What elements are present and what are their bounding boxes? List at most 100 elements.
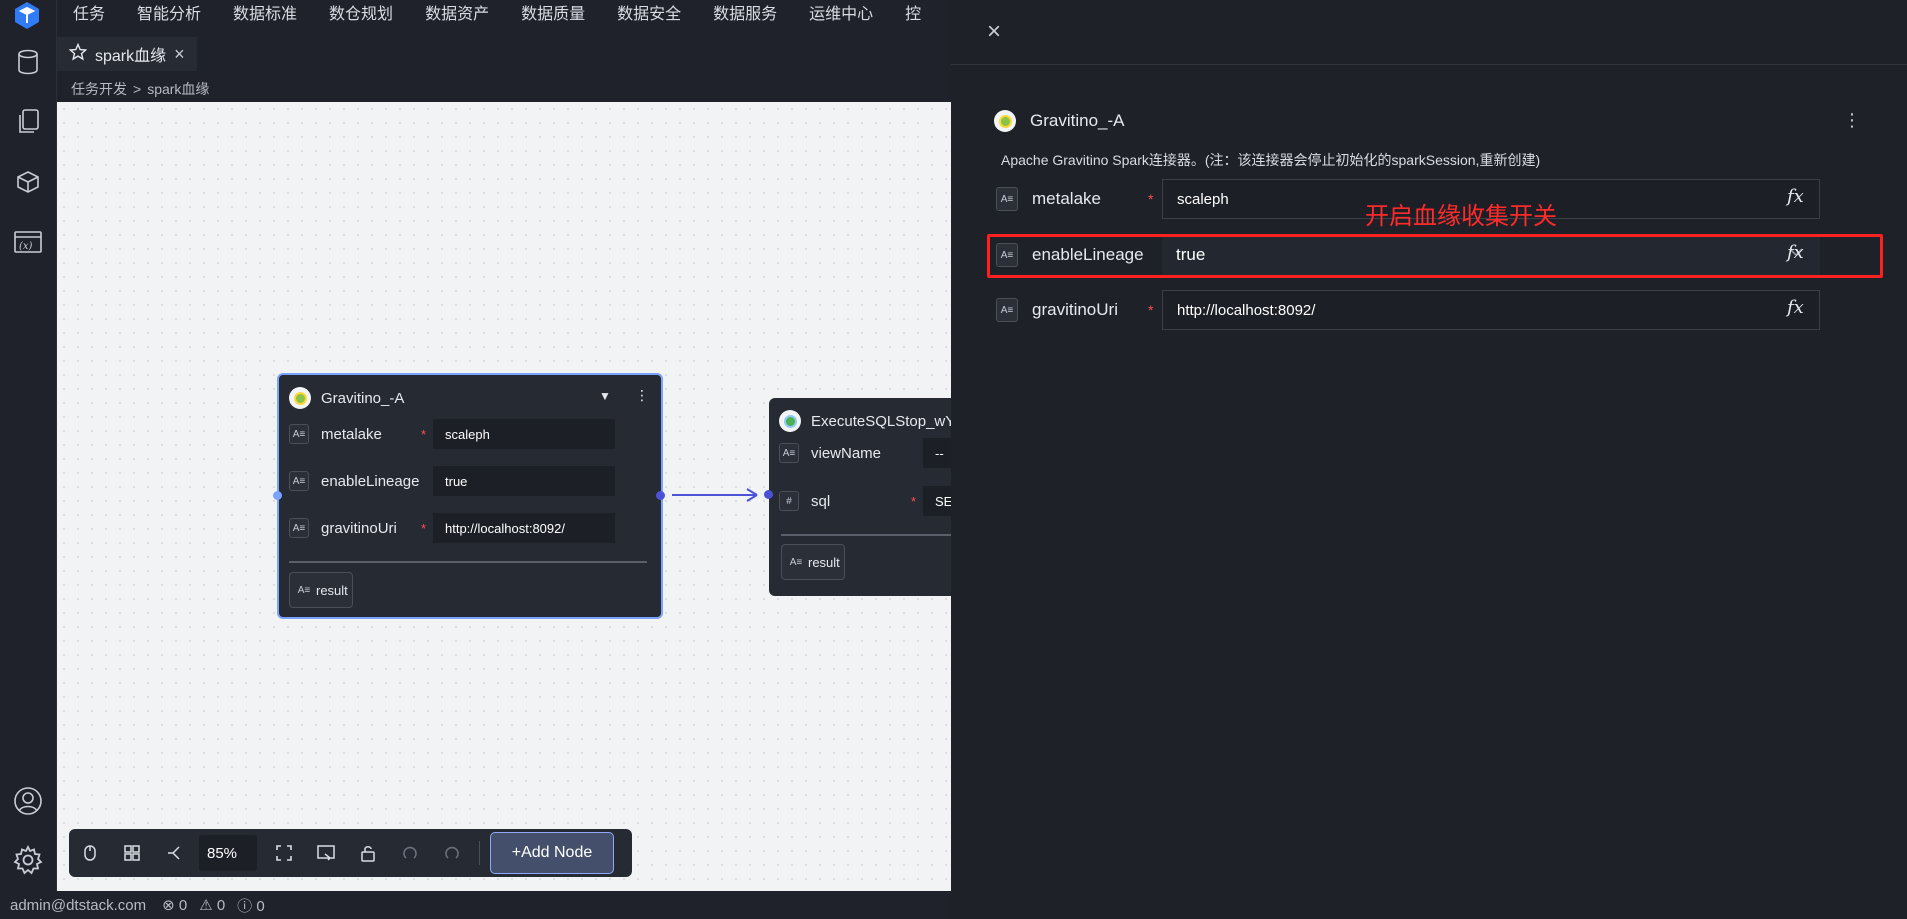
input-port[interactable]: [764, 490, 773, 499]
text-type-icon: A≡: [779, 443, 799, 463]
zoom-level-input[interactable]: 85%: [199, 835, 257, 871]
flow-canvas[interactable]: Gravitino_-A ▼ ⋮ A≡ metalake * scaleph A…: [57, 102, 951, 891]
menu-item-smart-analysis[interactable]: 智能分析: [121, 0, 217, 30]
text-type-icon: A≡: [789, 556, 803, 568]
text-type-icon: A≡: [289, 424, 309, 444]
panel-title: Gravitino_-A: [994, 110, 1124, 132]
layout-grid-icon[interactable]: [111, 832, 153, 874]
node-value-metalake[interactable]: scaleph: [433, 419, 615, 449]
node-param-metalake: A≡ metalake * scaleph: [289, 419, 615, 449]
required-mark: *: [1148, 302, 1154, 318]
gravitino-logo-icon: [289, 387, 311, 409]
fullscreen-icon[interactable]: [263, 832, 305, 874]
add-node-button[interactable]: +Add Node: [490, 832, 614, 874]
panel-more-icon[interactable]: ⋮: [1843, 110, 1861, 131]
error-icon: ⊗: [162, 897, 175, 914]
tab-label: spark血缘: [95, 48, 167, 65]
collapse-caret-icon[interactable]: ▼: [599, 389, 611, 403]
copy-files-icon[interactable]: [10, 104, 46, 140]
warning-icon: ⚠: [199, 897, 213, 914]
variables-icon[interactable]: (x): [10, 224, 46, 260]
node-config-panel: × Gravitino_-A ⋮ Apache Gravitino Spark连…: [951, 0, 1907, 919]
info-count: ⓘ 0: [237, 897, 265, 915]
node-executesql[interactable]: ExecuteSQLStop_wY A≡ viewName -- # sql *…: [764, 398, 951, 596]
text-type-icon: A≡: [289, 471, 309, 491]
menu-item-ops-center[interactable]: 运维中心: [793, 0, 889, 30]
node-result-port[interactable]: A≡ result: [289, 572, 353, 608]
breadcrumb: 任务开发 > spark血缘: [57, 77, 951, 101]
node-divider: [289, 561, 647, 563]
node-value-viewName[interactable]: --: [923, 438, 951, 468]
redo-icon[interactable]: [431, 832, 473, 874]
menu-item-task[interactable]: 任务: [57, 0, 121, 30]
node-title: Gravitino_-A: [289, 387, 404, 409]
branch-layout-icon[interactable]: [153, 832, 195, 874]
output-port[interactable]: [656, 491, 665, 500]
breadcrumb-current: spark血缘: [147, 81, 210, 97]
menu-item-data-service[interactable]: 数据服务: [697, 0, 793, 30]
gravitinoUri-input[interactable]: http://localhost:8092/: [1162, 290, 1820, 330]
info-icon: ⓘ: [237, 897, 253, 915]
node-value-enableLineage[interactable]: true: [433, 466, 615, 496]
node-gravitino[interactable]: Gravitino_-A ▼ ⋮ A≡ metalake * scaleph A…: [273, 373, 665, 619]
menu-item-warehouse-planning[interactable]: 数仓规划: [313, 0, 409, 30]
text-type-icon: A≡: [996, 187, 1018, 211]
text-type-icon: A≡: [289, 518, 309, 538]
close-icon[interactable]: ×: [987, 18, 1001, 46]
error-count: ⊗ 0: [162, 897, 188, 914]
required-mark: *: [421, 426, 427, 442]
status-bar: admin@dtstack.com ⊗ 0 ⚠ 0 ⓘ 0: [0, 891, 951, 919]
fx-expression-icon[interactable]: fx: [1787, 186, 1804, 207]
package-icon[interactable]: [10, 164, 46, 200]
required-mark: *: [421, 520, 427, 536]
breadcrumb-separator: >: [133, 81, 142, 97]
status-user: admin@dtstack.com: [10, 896, 147, 914]
number-type-icon: #: [779, 491, 799, 511]
node-param-sql: # sql * SE: [779, 486, 951, 516]
top-menu-bar: 任务 智能分析 数据标准 数仓规划 数据资产 数据质量 数据安全 数据服务 运维…: [57, 0, 951, 30]
app-logo-icon[interactable]: [12, 0, 42, 30]
warning-count: ⚠ 0: [199, 897, 226, 914]
tab-spark-lineage[interactable]: spark血缘 ×: [57, 37, 197, 71]
menu-item-control[interactable]: 控: [889, 0, 937, 30]
canvas-toolbar: 85% +Add Node: [69, 829, 632, 877]
highlight-box: [987, 234, 1883, 278]
node-result-port[interactable]: A≡ result: [781, 544, 845, 580]
menu-item-data-standard[interactable]: 数据标准: [217, 0, 313, 30]
node-title: ExecuteSQLStop_wY: [779, 410, 951, 432]
node-param-gravitinoUri: A≡ gravitinoUri * http://localhost:8092/: [289, 513, 615, 543]
unlock-icon[interactable]: [347, 832, 389, 874]
settings-gear-icon[interactable]: [10, 842, 46, 878]
text-type-icon: A≡: [996, 298, 1018, 322]
node-param-viewName: A≡ viewName --: [779, 438, 951, 468]
minimap-icon[interactable]: [305, 832, 347, 874]
fx-expression-icon[interactable]: fx: [1787, 297, 1804, 318]
toolbar-separator: [479, 841, 480, 865]
menu-item-data-security[interactable]: 数据安全: [601, 0, 697, 30]
node-param-enableLineage: A≡ enableLineage true: [289, 466, 615, 496]
mouse-pointer-icon[interactable]: [69, 832, 111, 874]
problem-counts[interactable]: ⊗ 0 ⚠ 0 ⓘ 0: [162, 895, 265, 916]
tab-close-icon[interactable]: ×: [174, 44, 185, 65]
tab-bar: spark血缘 ×: [57, 37, 951, 71]
panel-description: Apache Gravitino Spark连接器。(注：该连接器会停止初始化的…: [1001, 152, 1541, 168]
node-value-gravitinoUri[interactable]: http://localhost:8092/: [433, 513, 615, 543]
text-type-icon: A≡: [297, 584, 311, 596]
activity-bar: (x): [0, 0, 57, 919]
menu-item-data-assets[interactable]: 数据资产: [409, 0, 505, 30]
sql-node-logo-icon: [779, 410, 801, 432]
breadcrumb-parent[interactable]: 任务开发: [71, 79, 127, 99]
input-port[interactable]: [273, 491, 282, 500]
required-mark: *: [1148, 191, 1154, 207]
svg-text:(x): (x): [19, 241, 33, 252]
gravitino-logo-icon: [994, 110, 1016, 132]
undo-icon[interactable]: [389, 832, 431, 874]
node-more-icon[interactable]: ⋮: [635, 387, 649, 404]
star-icon[interactable]: [68, 42, 88, 66]
annotation-text: 开启血缘收集开关: [1365, 203, 1557, 230]
user-avatar-icon[interactable]: [10, 783, 46, 819]
node-divider: [781, 534, 951, 536]
node-value-sql[interactable]: SE: [923, 486, 951, 516]
menu-item-data-quality[interactable]: 数据质量: [505, 0, 601, 30]
database-icon[interactable]: [10, 44, 46, 80]
